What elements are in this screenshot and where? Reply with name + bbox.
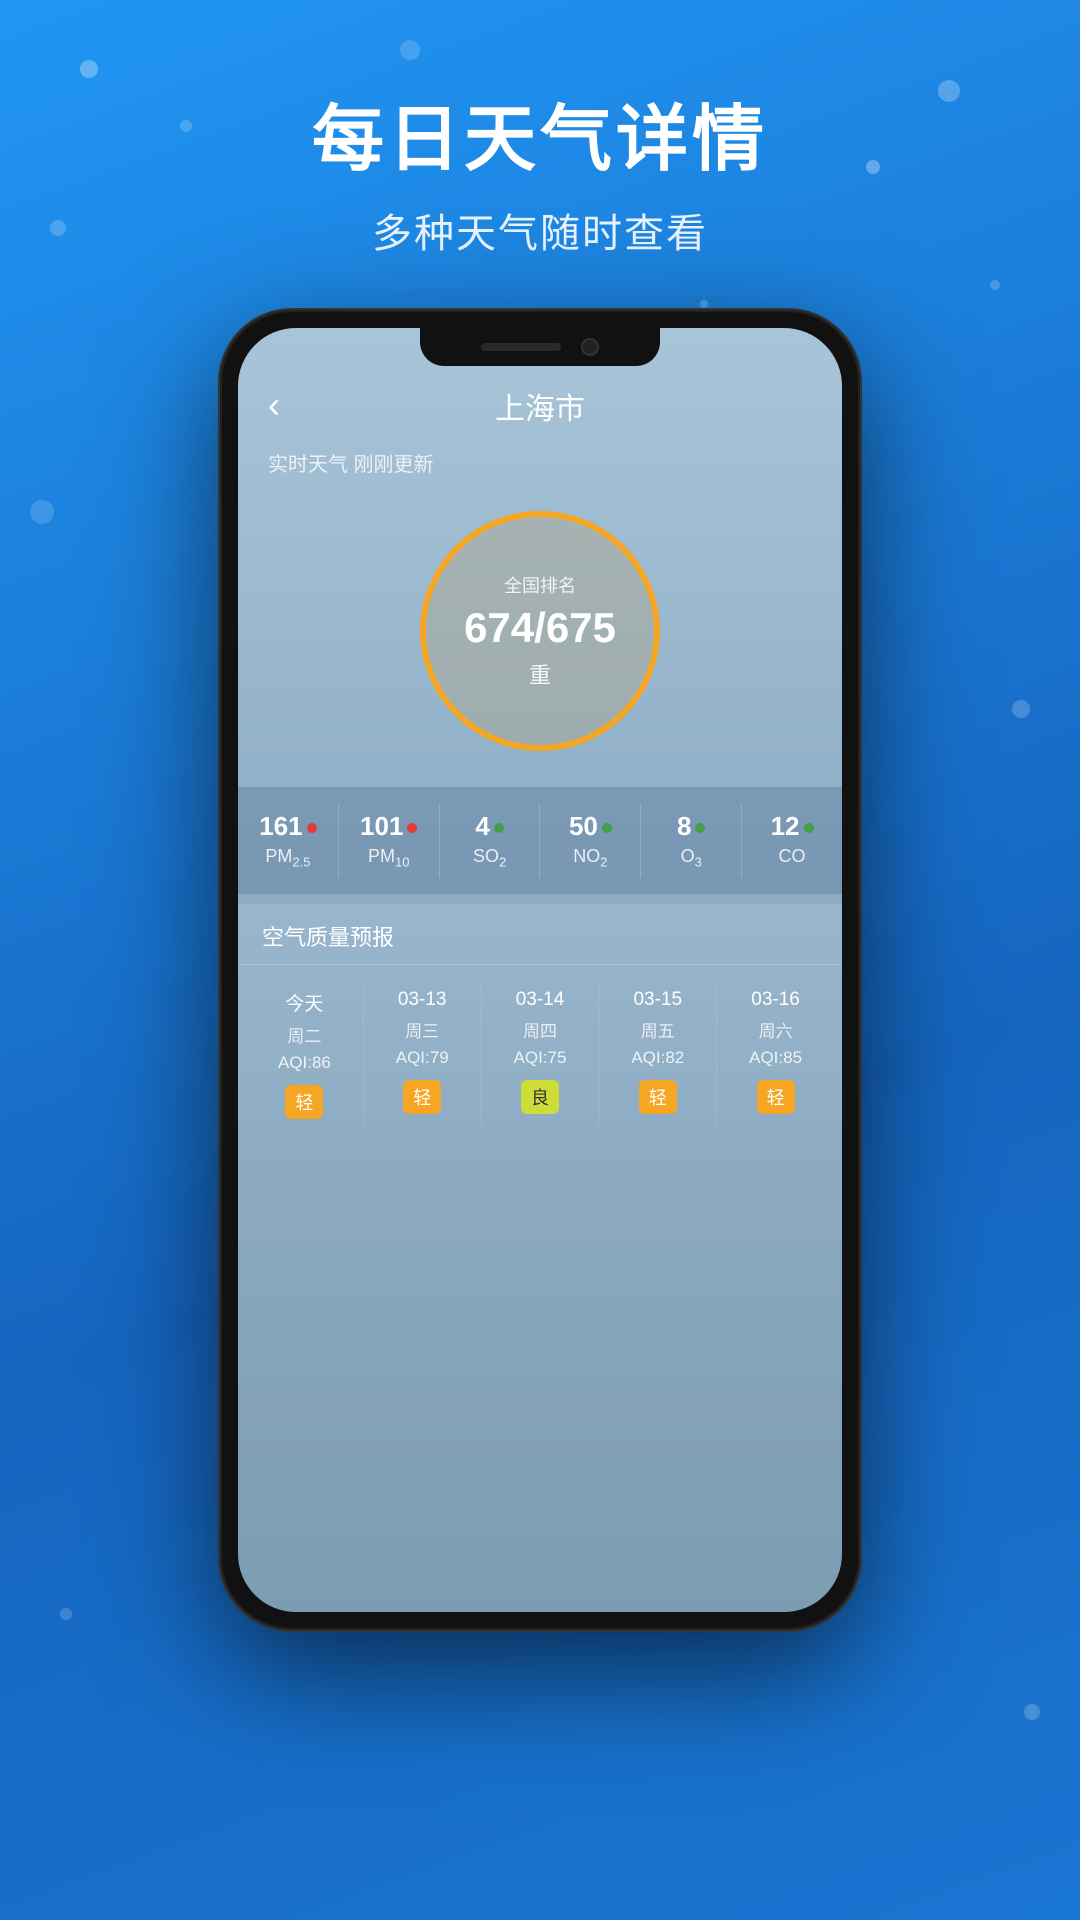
pollutant-o3: 8 O3 xyxy=(641,803,742,878)
o3-name: O3 xyxy=(645,846,737,870)
forecast-col-3: 03-15 周五 AQI:82 轻 xyxy=(599,981,717,1127)
pm25-name: PM2.5 xyxy=(242,846,334,870)
pollutant-no2: 50 NO2 xyxy=(540,803,641,878)
pollutant-co: 12 CO xyxy=(742,803,842,878)
co-dot xyxy=(804,823,814,833)
forecast-aqi-2: AQI:75 xyxy=(486,1048,595,1068)
o3-dot xyxy=(695,823,705,833)
pm25-dot xyxy=(307,823,317,833)
forecast-day-2: 周四 xyxy=(486,1017,595,1042)
forecast-aqi-1: AQI:79 xyxy=(368,1048,477,1068)
notch-speaker xyxy=(481,343,561,351)
pollutant-pm10: 101 PM10 xyxy=(339,803,440,878)
pm10-dot xyxy=(407,823,417,833)
forecast-badge-2: 良 xyxy=(521,1080,559,1114)
forecast-badge-0: 轻 xyxy=(285,1085,323,1119)
no2-dot xyxy=(602,823,612,833)
forecast-aqi-4: AQI:85 xyxy=(721,1048,830,1068)
pollutants-row: 161 PM2.5 101 PM10 4 xyxy=(238,787,842,894)
phone-notch xyxy=(420,328,660,366)
back-button[interactable]: ‹ xyxy=(268,384,280,426)
status-text: 实时天气 刚刚更新 xyxy=(238,444,842,487)
header-title: 每日天气详情 xyxy=(0,80,1080,185)
header-section: 每日天气详情 多种天气随时查看 xyxy=(0,0,1080,259)
co-value: 12 xyxy=(771,811,800,842)
aqi-circle-inner: 全国排名 674/675 重 xyxy=(464,572,616,690)
aqi-rank-label: 全国排名 xyxy=(464,572,616,598)
so2-name: SO2 xyxy=(444,846,536,870)
notch-camera xyxy=(581,338,599,356)
o3-value: 8 xyxy=(677,811,691,842)
forecast-day-3: 周五 xyxy=(603,1017,712,1042)
forecast-day-4: 周六 xyxy=(721,1017,830,1042)
aqi-section: 全国排名 674/675 重 xyxy=(238,487,842,783)
forecast-date-4: 03-16 xyxy=(721,989,830,1011)
forecast-day-1: 周三 xyxy=(368,1017,477,1042)
forecast-date-2: 03-14 xyxy=(486,989,595,1011)
forecast-title: 空气质量预报 xyxy=(238,904,842,965)
forecast-date-1: 03-13 xyxy=(368,989,477,1011)
no2-value: 50 xyxy=(569,811,598,842)
so2-dot xyxy=(494,823,504,833)
forecast-badge-3: 轻 xyxy=(639,1080,677,1114)
aqi-rank-value: 674/675 xyxy=(464,604,616,652)
co-name: CO xyxy=(746,846,838,867)
pm25-value: 161 xyxy=(259,811,302,842)
header-subtitle: 多种天气随时查看 xyxy=(0,201,1080,259)
forecast-day-0: 周二 xyxy=(250,1022,359,1047)
forecast-aqi-3: AQI:82 xyxy=(603,1048,712,1068)
phone-outer: ‹ 上海市 实时天气 刚刚更新 全国排名 674/675 重 xyxy=(220,310,860,1630)
forecast-grid: 今天 周二 AQI:86 轻 03-13 周三 AQI:79 轻 03-14 周… xyxy=(238,965,842,1143)
forecast-col-today: 今天 周二 AQI:86 轻 xyxy=(246,981,364,1127)
aqi-level: 重 xyxy=(464,658,616,690)
forecast-badge-4: 轻 xyxy=(757,1080,795,1114)
forecast-col-2: 03-14 周四 AQI:75 良 xyxy=(482,981,600,1127)
pollutant-pm25: 161 PM2.5 xyxy=(238,803,339,878)
forecast-col-1: 03-13 周三 AQI:79 轻 xyxy=(364,981,482,1127)
forecast-section: 空气质量预报 今天 周二 AQI:86 轻 03-13 周三 AQI:79 轻 xyxy=(238,904,842,1612)
forecast-date-0: 今天 xyxy=(250,989,359,1016)
no2-name: NO2 xyxy=(544,846,636,870)
aqi-circle: 全国排名 674/675 重 xyxy=(420,511,660,751)
pm10-value: 101 xyxy=(360,811,403,842)
pm10-name: PM10 xyxy=(343,846,435,870)
phone-screen: ‹ 上海市 实时天气 刚刚更新 全国排名 674/675 重 xyxy=(238,328,842,1612)
forecast-col-4: 03-16 周六 AQI:85 轻 xyxy=(717,981,834,1127)
pollutant-so2: 4 SO2 xyxy=(440,803,541,878)
forecast-aqi-0: AQI:86 xyxy=(250,1053,359,1073)
forecast-badge-1: 轻 xyxy=(403,1080,441,1114)
city-title: 上海市 xyxy=(495,384,585,428)
forecast-date-3: 03-15 xyxy=(603,989,712,1011)
phone-mockup: ‹ 上海市 实时天气 刚刚更新 全国排名 674/675 重 xyxy=(220,310,860,1630)
so2-value: 4 xyxy=(475,811,489,842)
